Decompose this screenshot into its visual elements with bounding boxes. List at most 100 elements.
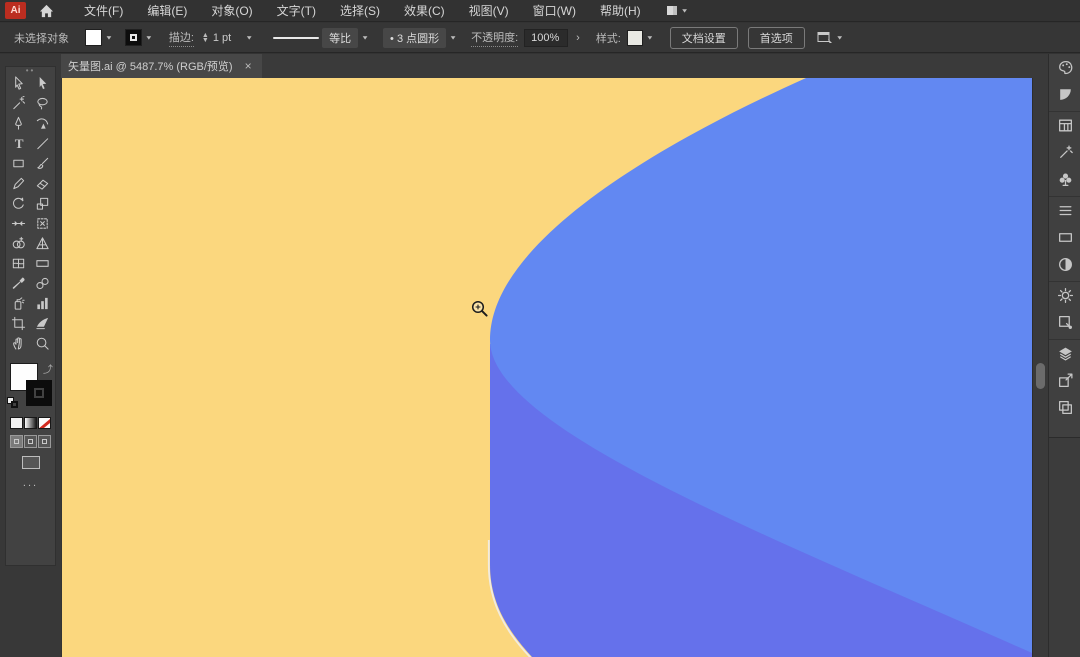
tool-gradient[interactable] [31,256,54,275]
stroke-weight-label[interactable]: 描边: [169,29,194,47]
panel-color[interactable] [1054,60,1076,80]
panel-artboards[interactable] [1054,400,1076,420]
tool-scale[interactable] [31,196,54,215]
document-tab[interactable]: 矢量图.ai @ 5487.7% (RGB/预览) × [58,54,262,78]
artboard-canvas[interactable] [62,78,1032,657]
tool-shape-builder[interactable] [7,236,30,255]
rotate-icon [11,196,26,216]
tool-lasso[interactable] [31,96,54,115]
panel-color-guide[interactable] [1054,87,1076,107]
toolbar-grip[interactable]: •• [6,67,55,74]
brush-definition-dropdown[interactable]: • 3 点圆形 ▼ [383,28,457,48]
workspace-switcher[interactable]: ▼ [667,2,689,20]
panel-layers[interactable] [1054,346,1076,366]
edit-toolbar-button[interactable]: ... [6,477,55,489]
none-button[interactable] [38,417,51,429]
fill-color-dropdown[interactable]: ▼ [85,29,113,46]
home-icon[interactable] [39,4,54,18]
color-button[interactable] [10,417,23,429]
hand-icon [11,336,26,356]
stroke-color-proxy[interactable] [26,380,52,406]
tool-curvature[interactable] [31,116,54,135]
panel-gradient-panel[interactable] [1054,230,1076,250]
fill-swatch[interactable] [85,29,102,46]
panel-libraries[interactable] [1054,118,1076,138]
tool-shaper[interactable] [7,176,30,195]
column-graph-icon [35,296,50,316]
menu-item-5[interactable]: 效果(C) [392,0,457,22]
tool-slice[interactable] [31,316,54,335]
default-fill-stroke-icon[interactable] [7,397,18,408]
tool-symbol-sprayer[interactable] [7,296,30,315]
menu-item-1[interactable]: 编辑(E) [135,0,199,22]
width-profile-dropdown[interactable]: 等比 ▼ [273,28,369,48]
opacity-more-arrow[interactable]: › [576,32,580,44]
tool-paintbrush[interactable] [31,156,54,175]
tool-artboard[interactable] [7,316,30,335]
paintbrush-icon [35,156,50,176]
tool-eyedropper[interactable] [7,276,30,295]
tool-perspective-grid[interactable] [31,236,54,255]
menu-item-2[interactable]: 对象(O) [199,0,264,22]
draw-normal-mode-button[interactable] [10,435,23,448]
panel-options-dropdown[interactable]: ▼ [817,31,844,44]
menu-item-3[interactable]: 文字(T) [265,0,328,22]
width-profile-preview [273,37,319,39]
panel-group-4 [1049,340,1080,424]
close-tab-icon[interactable]: × [245,59,252,73]
draw-inside-mode-button[interactable] [38,435,51,448]
tool-selection[interactable] [7,76,30,95]
shape-builder-icon [11,236,26,256]
opacity-label[interactable]: 不透明度: [471,29,518,47]
panel-transparency[interactable] [1054,257,1076,277]
stroke-color-dropdown[interactable]: ▼ [125,29,153,46]
width-tool-icon [11,216,26,236]
control-bar: 未选择对象 ▼ ▼ 描边: ▲▼ 1 pt ▼ 等比 ▼ • 3 点圆形 ▼ 不… [0,23,1080,53]
chevron-down-icon: ▼ [646,35,654,41]
panel-graphic-styles[interactable] [1054,315,1076,335]
tool-eraser[interactable] [31,176,54,195]
tool-pen[interactable] [7,116,30,135]
menu-item-7[interactable]: 窗口(W) [521,0,588,22]
style-swatch[interactable] [627,30,643,46]
color-icon [1057,59,1074,81]
tool-magic-wand[interactable] [7,96,30,115]
stroke-weight-stepper[interactable]: ▲▼ [202,33,209,43]
panel-stroke-panel[interactable] [1054,203,1076,223]
menu-item-0[interactable]: 文件(F) [72,0,135,22]
stroke-weight-dropdown-icon[interactable]: ▼ [245,35,253,41]
tool-direct-selection[interactable] [31,76,54,95]
menu-item-6[interactable]: 视图(V) [457,0,521,22]
stroke-weight-value[interactable]: 1 pt [213,32,231,44]
tool-hand[interactable] [7,336,30,355]
preferences-button[interactable]: 首选项 [748,27,805,49]
tool-mesh[interactable] [7,256,30,275]
tool-type[interactable]: T [7,136,30,155]
draw-behind-mode-button[interactable] [24,435,37,448]
panel-symbols[interactable] [1054,172,1076,192]
document-setup-button[interactable]: 文档设置 [670,27,738,49]
tool-line-segment[interactable] [31,136,54,155]
tool-zoom[interactable] [31,336,54,355]
opacity-value-input[interactable]: 100% [524,29,568,47]
style-dropdown[interactable]: ▼ [627,30,654,46]
tool-column-graph[interactable] [31,296,54,315]
gradient-button[interactable] [24,417,37,429]
panel-appearance[interactable] [1054,288,1076,308]
tool-blend[interactable] [31,276,54,295]
menu-item-4[interactable]: 选择(S) [328,0,392,22]
screen-mode-button[interactable] [22,456,40,469]
vertical-scrollbar[interactable] [1032,78,1048,657]
tool-width-tool[interactable] [7,216,30,235]
curvature-icon [35,116,50,136]
document-tab-title: 矢量图.ai @ 5487.7% (RGB/预览) [68,58,233,74]
panel-quick-actions[interactable] [1054,145,1076,165]
panel-asset-export[interactable] [1054,373,1076,393]
swap-fill-stroke-icon[interactable]: ⤴ [43,361,53,376]
tool-rotate[interactable] [7,196,30,215]
tool-free-transform[interactable] [31,216,54,235]
vertical-scrollbar-thumb[interactable] [1036,363,1045,389]
tool-rectangle[interactable] [7,156,30,175]
stroke-swatch[interactable] [125,29,142,46]
menu-item-8[interactable]: 帮助(H) [588,0,653,22]
